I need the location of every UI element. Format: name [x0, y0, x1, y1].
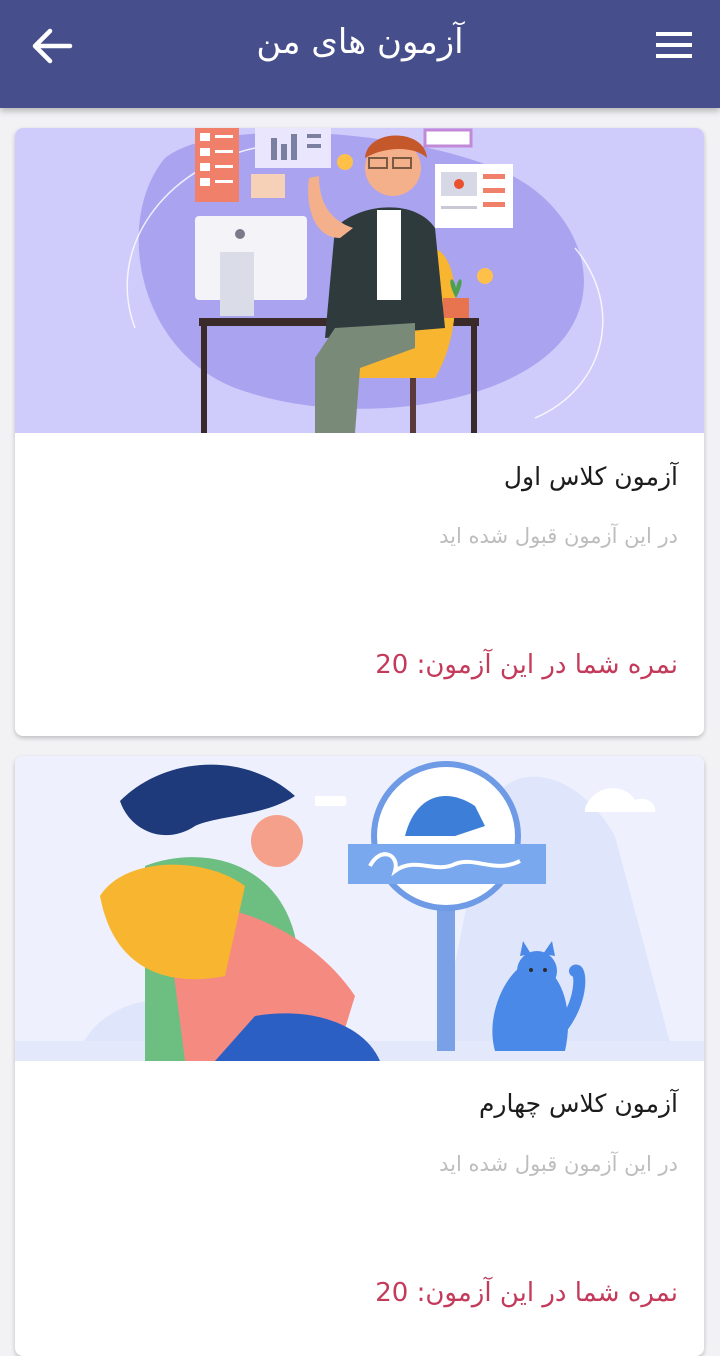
exam-card[interactable]: آزمون کلاس چهارم در این آزمون قبول شده ا…: [15, 756, 704, 1356]
hamburger-menu-icon[interactable]: [654, 30, 694, 60]
exam-status: در این آزمون قبول شده اید: [439, 1152, 678, 1176]
man-at-computer-illustration: [15, 128, 704, 433]
exam-title: آزمون کلاس اول: [503, 462, 678, 491]
exam-status: در این آزمون قبول شده اید: [439, 524, 678, 548]
exam-score: نمره شما در این آزمون: 20: [375, 1278, 678, 1308]
exam-title: آزمون کلاس چهارم: [478, 1089, 678, 1118]
girl-with-backpack-and-cat-illustration: [15, 756, 704, 1061]
app-bar: آزمون های من: [0, 0, 720, 108]
exam-card[interactable]: آزمون کلاس اول در این آزمون قبول شده اید…: [15, 128, 704, 736]
page-title: آزمون های من: [256, 22, 464, 62]
exam-score: نمره شما در این آزمون: 20: [375, 650, 678, 680]
